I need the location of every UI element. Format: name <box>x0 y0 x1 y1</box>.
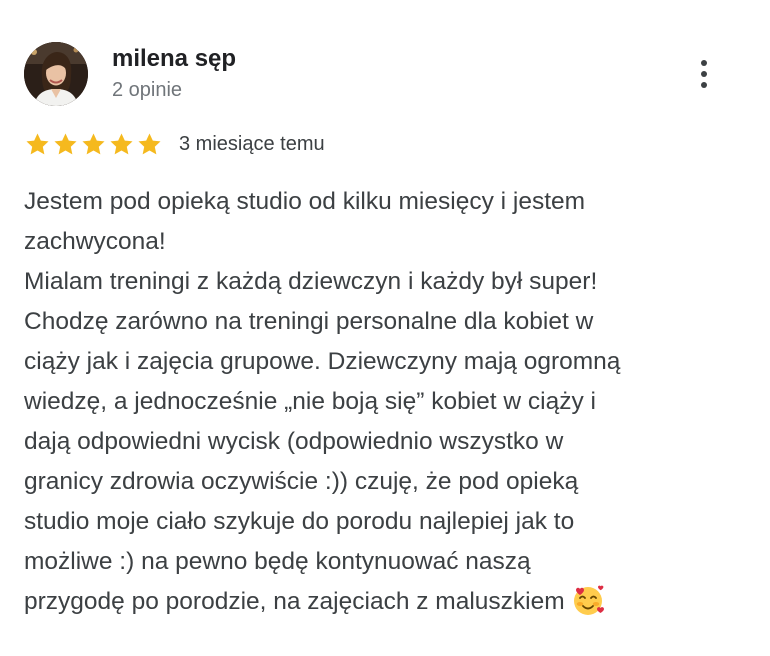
review-date: 3 miesiące temu <box>179 132 325 155</box>
review-text-line: możliwe :) na pewno będę kontynuować nas… <box>24 548 531 575</box>
review-text-line: granicy zdrowia oczywiście :)) czuję, że… <box>24 468 579 495</box>
avatar[interactable] <box>24 42 88 106</box>
avatar-photo <box>24 42 88 106</box>
more-options-button[interactable] <box>688 54 720 94</box>
star-icon <box>54 132 77 154</box>
author-name[interactable]: milena sęp <box>112 44 236 74</box>
star-icon <box>82 132 105 154</box>
review-text-line: Mialam treningi z każdą dziewczyn i każd… <box>24 268 598 295</box>
more-vert-icon-dot <box>701 82 707 88</box>
rating-row: 3 miesiące temu <box>24 128 325 160</box>
review-text-line: studio moje ciało szykuje do porodu najl… <box>24 508 575 535</box>
review-text: Jestem pod opieką studio od kilku miesię… <box>24 182 724 622</box>
review-card: milena sęp 2 opinie 3 miesiące temu Jest… <box>0 0 770 656</box>
more-vert-icon-dot <box>701 71 707 77</box>
star-rating <box>24 131 163 158</box>
more-vert-icon <box>701 60 707 66</box>
review-text-line: ciąży jak i zajęcia grupowe. Dziewczyny … <box>24 348 621 375</box>
review-text-line: zachwycona! <box>24 228 166 255</box>
star-icon <box>26 132 49 154</box>
review-text-line: Chodzę zarówno na treningi personalne dl… <box>24 308 594 335</box>
star-icon <box>138 132 161 154</box>
smiling-face-with-hearts-icon <box>573 585 604 615</box>
review-text-line: wiedzę, a jednocześnie „nie boją się” ko… <box>24 388 596 415</box>
review-text-line: dają odpowiedni wycisk (odpowiednio wszy… <box>24 428 564 455</box>
review-text-line: Jestem pod opieką studio od kilku miesię… <box>24 188 586 215</box>
review-text-line: przygodę po porodzie, na zajęciach z mal… <box>24 582 724 622</box>
star-icon <box>110 132 133 154</box>
review-count[interactable]: 2 opinie <box>112 77 182 103</box>
